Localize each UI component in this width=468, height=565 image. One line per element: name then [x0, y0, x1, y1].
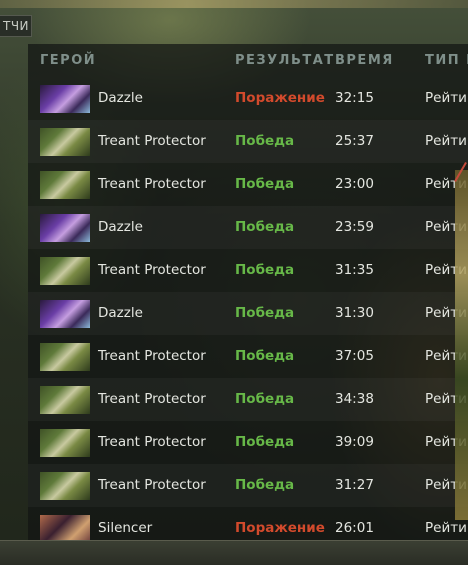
hero-portrait-silencer [40, 515, 90, 540]
hero-name: Treant Protector [98, 391, 206, 407]
table-row[interactable]: Silencer Поражение 26:01 Рейтин [28, 507, 468, 540]
match-result: Поражение [235, 90, 325, 106]
match-duration: 26:01 [335, 520, 374, 536]
match-duration: 31:30 [335, 305, 374, 321]
table-row[interactable]: Treant ProtectorПобеда23:00Рейтин [28, 163, 468, 206]
table-header: ГЕРОЙ РЕЗУЛЬТАТ ВРЕМЯ ТИП И [28, 44, 468, 76]
match-list: DazzleПоражение32:15РейтинTreant Protect… [28, 77, 468, 540]
match-result: Победа [235, 434, 295, 450]
match-result: Победа [235, 305, 295, 321]
hero-name: Dazzle [98, 219, 143, 235]
match-duration: 37:05 [335, 348, 374, 364]
table-row[interactable]: Treant ProtectorПобеда37:05Рейтин [28, 335, 468, 378]
table-row[interactable]: Treant ProtectorПобеда31:35Рейтин [28, 249, 468, 292]
tab-matches[interactable]: ТЧИ [0, 15, 32, 37]
match-duration: 23:00 [335, 176, 374, 192]
table-row[interactable]: Treant Protector Победа 25:37 Рейтин [28, 120, 468, 163]
hero-portrait-treant [40, 128, 90, 156]
column-time-header[interactable]: ВРЕМЯ [335, 53, 394, 68]
hero-portrait-treant [40, 386, 90, 414]
background-hero-art [455, 170, 468, 520]
table-row[interactable]: DazzleПобеда23:59Рейтин [28, 206, 468, 249]
match-duration: 34:38 [335, 391, 374, 407]
bottom-frame-bar [0, 540, 468, 565]
match-result: Победа [235, 348, 295, 364]
match-type: Рейтин [425, 520, 468, 536]
hero-name: Treant Protector [98, 477, 206, 493]
hero-portrait-treant [40, 343, 90, 371]
hero-portrait-treant [40, 257, 90, 285]
match-duration: 25:37 [335, 133, 374, 149]
column-result-header[interactable]: РЕЗУЛЬТАТ [235, 53, 335, 68]
match-result: Победа [235, 477, 295, 493]
top-frame-strip [0, 0, 468, 8]
hero-portrait-dazzle [40, 214, 90, 242]
hero-name: Treant Protector [98, 348, 206, 364]
hero-name: Treant Protector [98, 434, 206, 450]
match-duration: 32:15 [335, 90, 374, 106]
match-result: Поражение [235, 520, 325, 536]
match-type: Рейтин [425, 90, 468, 106]
table-row[interactable]: Treant ProtectorПобеда31:27Рейтин [28, 464, 468, 507]
match-history-panel: ГЕРОЙ РЕЗУЛЬТАТ ВРЕМЯ ТИП И Dazzle Пораже… [28, 44, 468, 540]
hero-name: Silencer [98, 520, 153, 536]
match-duration: 31:27 [335, 477, 374, 493]
hero-portrait-dazzle [40, 85, 90, 113]
hero-name: Treant Protector [98, 262, 206, 278]
table-row[interactable]: DazzleПобеда31:30Рейтин [28, 292, 468, 335]
table-row[interactable]: Dazzle Поражение 32:15 Рейтин [28, 77, 468, 120]
hero-portrait-dazzle [40, 300, 90, 328]
match-result: Победа [235, 133, 295, 149]
hero-portrait-treant [40, 171, 90, 199]
table-row[interactable]: Treant ProtectorПобеда34:38Рейтин [28, 378, 468, 421]
match-result: Победа [235, 262, 295, 278]
column-hero-header[interactable]: ГЕРОЙ [40, 53, 96, 68]
match-result: Победа [235, 219, 295, 235]
hero-name: Treant Protector [98, 176, 206, 192]
match-type: Рейтин [425, 133, 468, 149]
match-result: Победа [235, 176, 295, 192]
match-duration: 31:35 [335, 262, 374, 278]
column-type-header[interactable]: ТИП И [425, 53, 468, 68]
match-duration: 39:09 [335, 434, 374, 450]
hero-name: Treant Protector [98, 133, 206, 149]
match-result: Победа [235, 391, 295, 407]
hero-name: Dazzle [98, 305, 143, 321]
hero-portrait-treant [40, 429, 90, 457]
hero-name: Dazzle [98, 90, 143, 106]
table-row[interactable]: Treant ProtectorПобеда39:09Рейтин [28, 421, 468, 464]
match-duration: 23:59 [335, 219, 374, 235]
hero-portrait-treant [40, 472, 90, 500]
